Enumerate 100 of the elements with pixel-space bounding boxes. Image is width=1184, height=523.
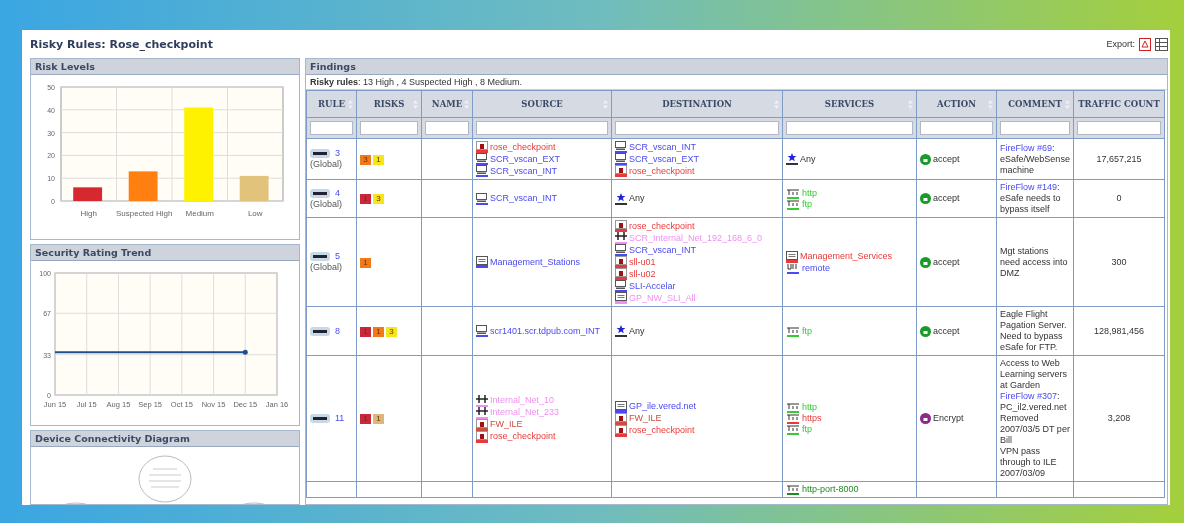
sort-icon[interactable] (464, 100, 469, 109)
column-header[interactable]: RULE (306, 90, 357, 118)
accept-icon (920, 256, 931, 268)
sort-icon[interactable] (348, 100, 353, 109)
rule-link[interactable]: 11 (335, 413, 345, 424)
filter-field[interactable] (920, 121, 993, 135)
filter-field[interactable] (786, 121, 913, 135)
column-header[interactable]: DESTINATION (611, 90, 783, 118)
filter-field[interactable] (476, 121, 608, 135)
object-link[interactable]: Any (800, 153, 816, 165)
object-link[interactable]: SCR_vscan_EXT (490, 153, 561, 165)
action-text: accept (933, 256, 960, 268)
risk-count-tag: 1 (373, 326, 384, 337)
object-link[interactable]: scr1401.scr.tdpub.com_INT (490, 325, 601, 337)
sort-icon[interactable] (988, 100, 993, 109)
filter-field[interactable] (1000, 121, 1070, 135)
object-link[interactable]: Management_Stations (490, 256, 581, 268)
panel-header: Risk Levels (31, 59, 299, 75)
accept-icon (920, 193, 931, 204)
object-link[interactable]: Any (629, 193, 645, 204)
column-header[interactable]: SOURCE (472, 90, 612, 118)
comment-text: Eagle Flight Pagation Server. Need to bypass eSafe for FTP. (1000, 309, 1068, 353)
rule-link[interactable]: 5 (335, 251, 340, 262)
rule-tag-icon (310, 149, 330, 158)
filter-field[interactable] (615, 121, 779, 135)
sort-icon[interactable] (774, 100, 779, 109)
filter-field[interactable] (310, 121, 353, 135)
risk-count-tag: 1 (360, 257, 371, 268)
object-link[interactable]: SCR_vscan_EXT (629, 153, 700, 165)
comment-text: eSafe needs to bypass itself (1000, 193, 1062, 215)
object-link[interactable]: FW_ILE (490, 419, 523, 430)
object-link[interactable]: SCR_vscan_INT (629, 141, 697, 153)
bar (128, 171, 158, 201)
action-text: accept (933, 153, 960, 165)
filter-field[interactable] (425, 121, 469, 135)
panel-header: Device Connectivity Diagram (31, 431, 299, 447)
page-title: Risky Rules: Rose_checkpoint (30, 37, 213, 51)
action-text: Encrypt (933, 413, 964, 424)
comment-text: VPN pass through to ILE 2007/03/09 (1000, 446, 1058, 479)
risk-count-tag: 3 (373, 194, 384, 204)
object-link[interactable]: GP_ile.vered.net (629, 401, 697, 412)
object-link[interactable]: SCR_vscan_INT (490, 165, 558, 177)
panel-header: Findings (306, 59, 1167, 75)
column-header[interactable]: COMMENT (996, 90, 1074, 118)
sort-icon[interactable] (908, 100, 913, 109)
comment-text: Mgt stations need access into DMZ (1000, 245, 1069, 279)
object-link[interactable]: rose_checkpoint (629, 220, 695, 232)
rule-tag-icon (310, 326, 330, 336)
lock-icon (920, 413, 931, 424)
object-link[interactable]: FW_ILE (629, 413, 662, 424)
filter-field[interactable] (360, 121, 418, 135)
bar (73, 187, 103, 201)
traffic-count: 3,208 (1107, 413, 1131, 423)
rule-tag-icon (310, 414, 330, 423)
spreadsheet-icon[interactable] (1155, 37, 1168, 51)
object-link[interactable]: https (802, 413, 822, 424)
axis-label: High (80, 209, 97, 218)
accept-icon (920, 325, 931, 337)
comment-text: PC_il2.vered.net Removed 2007/03/5 DT per Bill (1000, 402, 1070, 446)
sort-icon[interactable] (603, 100, 608, 109)
object-link[interactable]: Any (629, 325, 645, 337)
risk-count-tag: 1 (360, 326, 371, 337)
fireflow-link[interactable]: FireFlow #69: (1000, 142, 1055, 153)
risk-count-tag: 1 (373, 154, 384, 165)
panel-header: Security Rating Trend (31, 245, 299, 261)
sort-icon[interactable] (1065, 100, 1070, 109)
fireflow-link[interactable]: FireFlow #307: (1000, 391, 1060, 401)
rule-link[interactable]: 4 (335, 187, 340, 199)
comment-text: Access to Web Learning servers at Garden (1000, 358, 1069, 391)
filter-field[interactable] (1077, 121, 1161, 135)
column-header[interactable]: RISKS (356, 90, 422, 118)
axis-label: Low (247, 209, 263, 218)
rule-link[interactable]: 3 (335, 148, 340, 159)
risk-count-tag: 1 (360, 414, 371, 424)
column-header[interactable]: TRAFFIC COUNT (1073, 90, 1165, 118)
column-header[interactable]: ACTION (916, 90, 997, 118)
rule-link[interactable]: 8 (335, 325, 340, 337)
object-link[interactable]: SCR_vscan_INT (629, 244, 697, 256)
fireflow-link[interactable]: FireFlow #149: (1000, 182, 1060, 192)
comment-text: eSafe/WebSense machine (1000, 153, 1070, 176)
object-link[interactable]: sll-u01 (629, 256, 656, 268)
object-link[interactable]: rose_checkpoint (490, 141, 556, 153)
risk-count-tag: 3 (360, 154, 371, 165)
traffic-count: 0 (1116, 193, 1122, 203)
object-link[interactable]: Management_Services (800, 251, 893, 262)
pdf-icon[interactable] (1139, 37, 1151, 51)
object-link[interactable]: SLI-Accelar (629, 280, 676, 292)
column-header[interactable]: SERVICES (782, 90, 917, 118)
object-link[interactable]: rose_checkpoint (629, 425, 695, 436)
traffic-count: 128,981,456 (1093, 325, 1145, 336)
traffic-count: 17,657,215 (1096, 153, 1142, 164)
object-link[interactable]: rose_checkpoint (629, 165, 695, 177)
risk-count-tag: 1 (360, 194, 371, 204)
sort-icon[interactable] (413, 100, 418, 109)
object-link[interactable]: remote (802, 262, 830, 274)
object-link[interactable]: sll-u02 (629, 268, 656, 280)
object-link[interactable]: rose_checkpoint (490, 431, 556, 442)
column-header[interactable]: NAME (421, 90, 473, 118)
object-link[interactable]: SCR_vscan_INT (490, 193, 558, 204)
risk-count-tag: 1 (373, 414, 384, 424)
